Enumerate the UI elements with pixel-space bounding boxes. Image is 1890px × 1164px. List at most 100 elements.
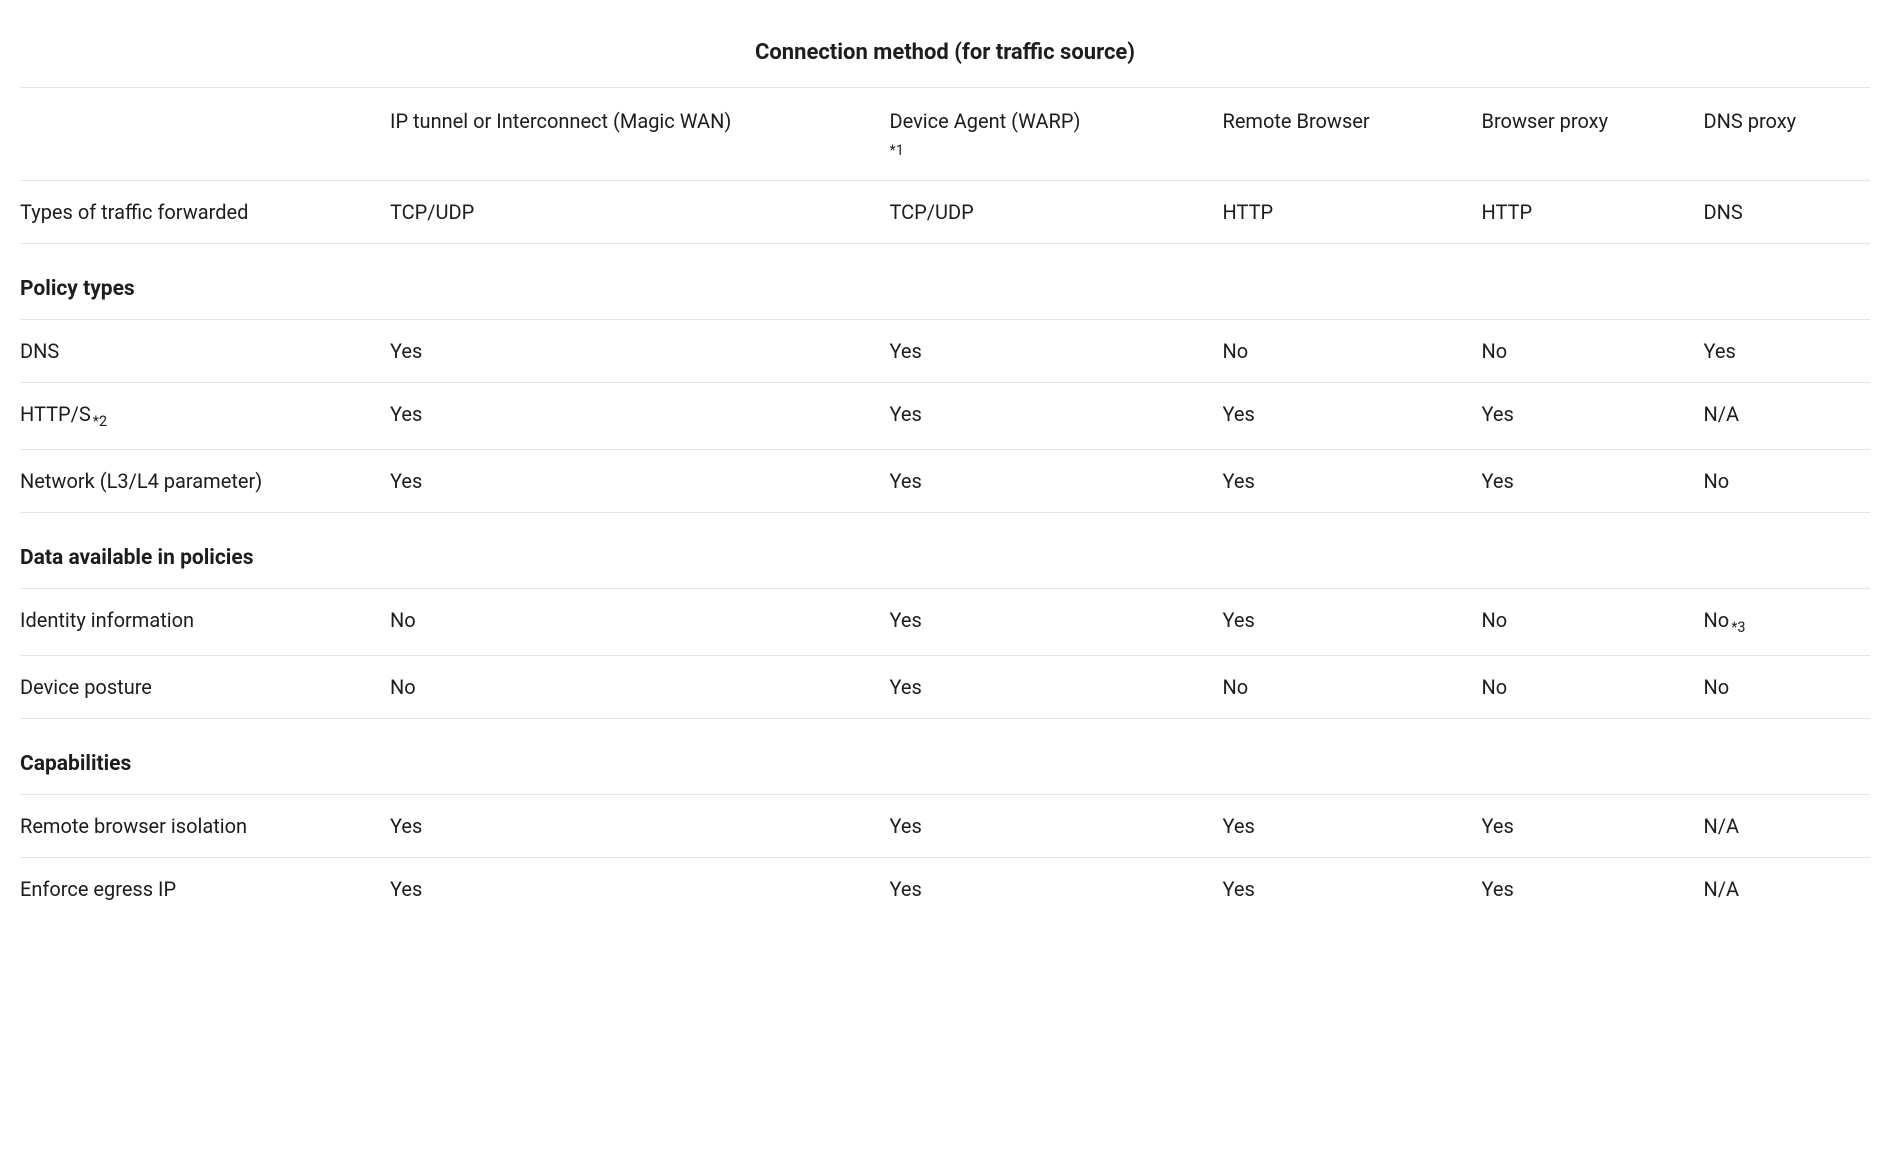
- table-cell: Yes: [1223, 589, 1482, 656]
- table-cell: No*3: [1704, 589, 1871, 656]
- row-label: Network (L3/L4 parameter): [20, 449, 390, 512]
- table-cell: TCP/UDP: [390, 180, 890, 243]
- row-label-text: Device posture: [20, 675, 152, 699]
- table-cell: Yes: [1482, 449, 1704, 512]
- row-label: HTTP/S*2: [20, 383, 390, 450]
- table-cell: No: [1704, 655, 1871, 718]
- footnote-mark: *1: [890, 140, 1213, 162]
- column-header-label: Device Agent (WARP): [890, 109, 1081, 133]
- table-title: Connection method (for traffic source): [20, 20, 1870, 88]
- table-cell-value: DNS: [1704, 200, 1743, 224]
- table-cell: Yes: [1223, 858, 1482, 921]
- row-label: Identity information: [20, 589, 390, 656]
- row-label-text: Types of traffic forwarded: [20, 200, 248, 224]
- table-cell: Yes: [890, 320, 1223, 383]
- table-cell: N/A: [1704, 795, 1871, 858]
- table-row: Identity informationNoYesYesNoNo*3: [20, 589, 1870, 656]
- table-cell: No: [390, 655, 890, 718]
- table-cell: Yes: [890, 655, 1223, 718]
- table-cell-value: Yes: [390, 877, 422, 901]
- table-cell-value: N/A: [1704, 814, 1740, 838]
- column-header: DNS proxy: [1704, 88, 1871, 181]
- table-cell: Yes: [890, 449, 1223, 512]
- table-cell: HTTP: [1223, 180, 1482, 243]
- table-cell-value: Yes: [890, 608, 922, 632]
- comparison-table-container: Connection method (for traffic source) I…: [20, 20, 1870, 920]
- table-cell-value: Yes: [1482, 877, 1514, 901]
- table-cell-value: No: [1482, 675, 1508, 699]
- table-cell-value: No: [390, 608, 416, 632]
- table-cell-value: Yes: [890, 339, 922, 363]
- table-cell: Yes: [1482, 858, 1704, 921]
- table-row: Network (L3/L4 parameter)YesYesYesYesNo: [20, 449, 1870, 512]
- section-header-row: Capabilities: [20, 718, 1870, 795]
- table-cell-value: Yes: [1223, 469, 1255, 493]
- row-label: Enforce egress IP: [20, 858, 390, 921]
- table-row: HTTP/S*2YesYesYesYesN/A: [20, 383, 1870, 450]
- column-header: IP tunnel or Interconnect (Magic WAN): [390, 88, 890, 181]
- table-cell-value: TCP/UDP: [390, 200, 474, 224]
- column-header-label: IP tunnel or Interconnect (Magic WAN): [390, 109, 731, 133]
- table-cell-value: Yes: [390, 814, 422, 838]
- section-header-label: Policy types: [20, 243, 1870, 320]
- table-cell: Yes: [890, 383, 1223, 450]
- column-header-label: DNS proxy: [1704, 109, 1797, 133]
- row-label: Types of traffic forwarded: [20, 180, 390, 243]
- table-cell: Yes: [390, 449, 890, 512]
- table-cell-value: No: [390, 675, 416, 699]
- table-cell: Yes: [1704, 320, 1871, 383]
- table-cell: Yes: [390, 858, 890, 921]
- table-cell: Yes: [1482, 795, 1704, 858]
- table-cell-value: Yes: [390, 469, 422, 493]
- table-cell-value: HTTP: [1482, 200, 1533, 224]
- table-cell-value: N/A: [1704, 402, 1740, 426]
- row-label-text: DNS: [20, 339, 59, 363]
- table-cell: TCP/UDP: [890, 180, 1223, 243]
- table-cell-value: No: [1223, 339, 1249, 363]
- table-cell: No: [1704, 449, 1871, 512]
- table-cell: HTTP: [1482, 180, 1704, 243]
- table-cell-value: No: [1223, 675, 1249, 699]
- table-cell-value: No: [1704, 469, 1730, 493]
- table-cell-value: Yes: [390, 402, 422, 426]
- table-row: Enforce egress IPYesYesYesYesN/A: [20, 858, 1870, 921]
- table-cell: Yes: [390, 320, 890, 383]
- comparison-table: Connection method (for traffic source) I…: [20, 20, 1870, 920]
- table-cell: No: [1482, 320, 1704, 383]
- row-label-text: Network (L3/L4 parameter): [20, 469, 262, 493]
- table-cell: Yes: [390, 383, 890, 450]
- table-cell: No: [1482, 655, 1704, 718]
- column-header-label: Browser proxy: [1482, 109, 1609, 133]
- table-cell: No: [1223, 320, 1482, 383]
- column-header-label: Remote Browser: [1223, 109, 1370, 133]
- table-cell: Yes: [1223, 383, 1482, 450]
- table-cell: Yes: [1223, 795, 1482, 858]
- column-header: Remote Browser: [1223, 88, 1482, 181]
- table-row: Remote browser isolationYesYesYesYesN/A: [20, 795, 1870, 858]
- section-header-row: Policy types: [20, 243, 1870, 320]
- table-cell: Yes: [1223, 449, 1482, 512]
- row-label-text: Identity information: [20, 608, 194, 632]
- table-cell-value: No: [1482, 339, 1508, 363]
- table-cell-value: Yes: [1223, 402, 1255, 426]
- table-cell: No: [390, 589, 890, 656]
- row-label: Device posture: [20, 655, 390, 718]
- table-row: Device postureNoYesNoNoNo: [20, 655, 1870, 718]
- table-cell-value: Yes: [890, 814, 922, 838]
- table-cell: Yes: [390, 795, 890, 858]
- row-label-text: Enforce egress IP: [20, 877, 176, 901]
- table-cell: Yes: [890, 795, 1223, 858]
- column-header: Browser proxy: [1482, 88, 1704, 181]
- column-header: [20, 88, 390, 181]
- section-header-row: Data available in policies: [20, 512, 1870, 589]
- row-label-text: Remote browser isolation: [20, 814, 247, 838]
- table-cell: Yes: [1482, 383, 1704, 450]
- table-cell-value: Yes: [1482, 469, 1514, 493]
- table-cell-value: Yes: [1482, 814, 1514, 838]
- table-cell-value: No: [1704, 675, 1730, 699]
- table-cell-value: Yes: [390, 339, 422, 363]
- table-row: Types of traffic forwarded TCP/UDP TCP/UDP…: [20, 180, 1870, 243]
- row-label-text: HTTP/S: [20, 402, 91, 426]
- table-cell: DNS: [1704, 180, 1871, 243]
- table-cell-value: TCP/UDP: [890, 200, 974, 224]
